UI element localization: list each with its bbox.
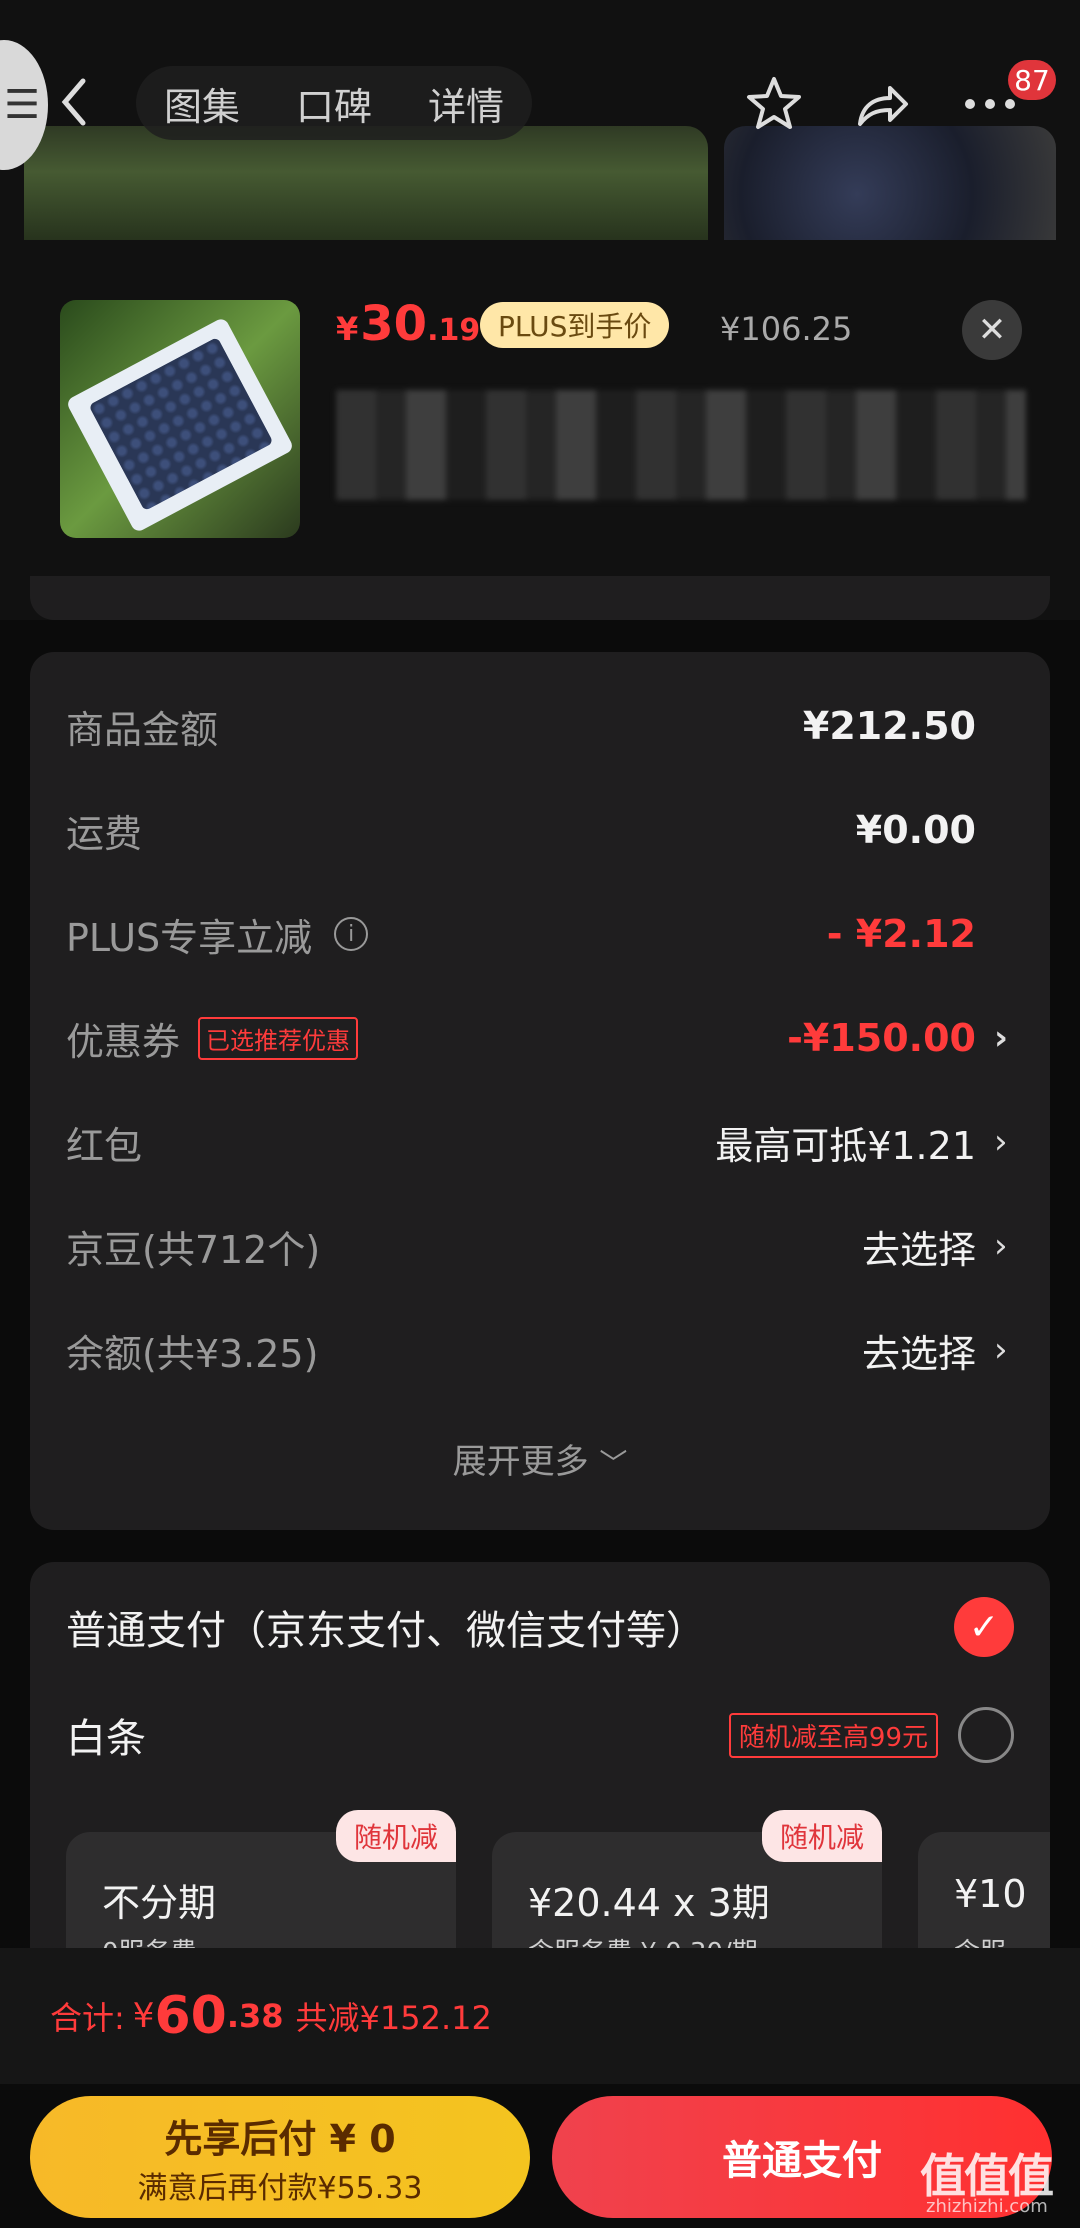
coupon-label: 优惠券 xyxy=(66,1019,181,1064)
price-symbol: ¥ xyxy=(336,310,359,348)
product-thumbnail xyxy=(60,300,300,538)
chevron-right-icon: › xyxy=(994,1226,1008,1266)
star-icon xyxy=(747,77,801,129)
product-title-redacted xyxy=(336,390,1026,500)
normal-payment-label: 普通支付（京东支付、微信支付等） xyxy=(66,1608,706,1654)
normal-payment-option[interactable]: 普通支付（京东支付、微信支付等） ✓ xyxy=(66,1592,1014,1662)
plus-price-tag: PLUS到手价 xyxy=(480,302,670,348)
plus-discount-label: PLUS专享立减 xyxy=(66,915,313,960)
more-dots-icon xyxy=(965,99,1015,109)
expand-more-button[interactable]: 展开更多 ﹀ xyxy=(30,1434,1050,1483)
chevron-right-icon: › xyxy=(994,1018,1009,1058)
coupon-row[interactable]: 优惠券 已选推荐优惠 -¥150.00 › xyxy=(66,1008,1014,1068)
product-gallery-image[interactable] xyxy=(24,126,708,240)
back-button[interactable] xyxy=(52,72,96,132)
tab-gallery[interactable]: 图集 xyxy=(164,76,240,131)
tab-reviews[interactable]: 口碑 xyxy=(296,76,372,131)
chevron-left-icon xyxy=(61,78,86,126)
red-packet-value: 最高可抵¥1.21 xyxy=(715,1123,976,1168)
random-discount-tag: 随机减 xyxy=(761,1810,882,1862)
chevron-right-icon: › xyxy=(994,1122,1008,1162)
price-integer: 30 xyxy=(360,296,428,352)
checkmark-icon[interactable]: ✓ xyxy=(954,1597,1014,1657)
detail-tabs: 图集 口碑 详情 xyxy=(136,66,532,140)
jd-beans-row[interactable]: 京豆(共712个) 去选择 › xyxy=(66,1216,1014,1276)
installment-main: 不分期 xyxy=(102,1881,217,1925)
product-gallery-image-2[interactable] xyxy=(724,126,1056,240)
total-symbol: ¥ xyxy=(132,1996,155,2036)
jd-beans-label: 京豆(共712个) xyxy=(66,1227,321,1272)
chevron-right-icon: › xyxy=(994,1330,1008,1370)
jd-beans-value: 去选择 xyxy=(861,1227,976,1272)
radio-unchecked[interactable] xyxy=(958,1707,1014,1763)
chevron-down-icon: ﹀ xyxy=(599,1447,628,1480)
random-discount-tag: 随机减 xyxy=(335,1810,456,1862)
payment-method-card: 普通支付（京东支付、微信支付等） ✓ 白条 随机减至高99元 随机减 不分期 0… xyxy=(30,1562,1050,1982)
total-integer: 60 xyxy=(154,1986,227,2046)
red-packet-row[interactable]: 红包 最高可抵¥1.21 › xyxy=(66,1112,1014,1172)
price: ¥ 30 .19 xyxy=(336,296,480,352)
goods-amount-value: ¥212.50 xyxy=(802,704,976,748)
total-decimal: .38 xyxy=(226,1997,284,2035)
pay-later-title: 先享后付 ¥ 0 xyxy=(164,2116,396,2161)
baitiao-label: 白条 xyxy=(66,1716,146,1762)
info-icon[interactable]: i xyxy=(334,917,369,951)
watermark-url: zhizhizhi.com xyxy=(926,2196,1048,2217)
cart-badge: 87 xyxy=(1008,60,1056,100)
baitiao-option[interactable]: 白条 随机减至高99元 xyxy=(66,1700,1014,1770)
total-bar: 合计: ¥ 60 .38 共减¥152.12 xyxy=(0,1948,1080,2084)
original-price: ¥106.25 xyxy=(720,310,853,348)
shipping-label: 运费 xyxy=(66,811,143,856)
coupon-recommended-tag: 已选推荐优惠 xyxy=(198,1016,359,1060)
red-packet-label: 红包 xyxy=(66,1123,143,1168)
total-saved: 共减¥152.12 xyxy=(295,1999,492,2037)
goods-amount-row: 商品金额 ¥212.50 xyxy=(66,696,1014,756)
price-decimal: .19 xyxy=(427,313,481,348)
normal-pay-label: 普通支付 xyxy=(722,2138,882,2184)
shipping-row: 运费 ¥0.00 xyxy=(66,800,1014,860)
close-icon: ✕ xyxy=(977,310,1007,350)
favorite-button[interactable] xyxy=(742,72,806,136)
pay-later-subtitle: 满意后再付款¥55.33 xyxy=(137,2170,423,2206)
close-button[interactable]: ✕ xyxy=(962,300,1022,360)
shipping-value: ¥0.00 xyxy=(855,808,976,852)
pay-later-button[interactable]: 先享后付 ¥ 0 满意后再付款¥55.33 xyxy=(30,2096,530,2218)
expand-more-label: 展开更多 xyxy=(452,1442,589,1482)
baitiao-promo-tag: 随机减至高99元 xyxy=(728,1712,938,1758)
balance-label: 余额(共¥3.25) xyxy=(66,1331,319,1376)
balance-row[interactable]: 余额(共¥3.25) 去选择 › xyxy=(66,1320,1014,1380)
share-icon xyxy=(858,86,908,126)
sheet-bottom xyxy=(30,576,1050,620)
total-label: 合计: xyxy=(50,1999,125,2037)
plus-discount-value: - ¥2.12 xyxy=(826,912,976,956)
balance-value: 去选择 xyxy=(861,1331,976,1376)
coupon-value: -¥150.00 xyxy=(787,1016,976,1060)
tab-details[interactable]: 详情 xyxy=(428,76,504,131)
goods-amount-label: 商品金额 xyxy=(66,707,219,752)
installment-main: ¥10 xyxy=(954,1872,1027,1916)
plus-discount-row: PLUS专享立减 i - ¥2.12 xyxy=(66,904,1014,964)
share-button[interactable] xyxy=(850,72,914,136)
order-summary-card: 商品金额 ¥212.50 运费 ¥0.00 PLUS专享立减 i - ¥2.12 … xyxy=(30,652,1050,1530)
installment-main: ¥20.44 x 3期 xyxy=(528,1881,770,1925)
